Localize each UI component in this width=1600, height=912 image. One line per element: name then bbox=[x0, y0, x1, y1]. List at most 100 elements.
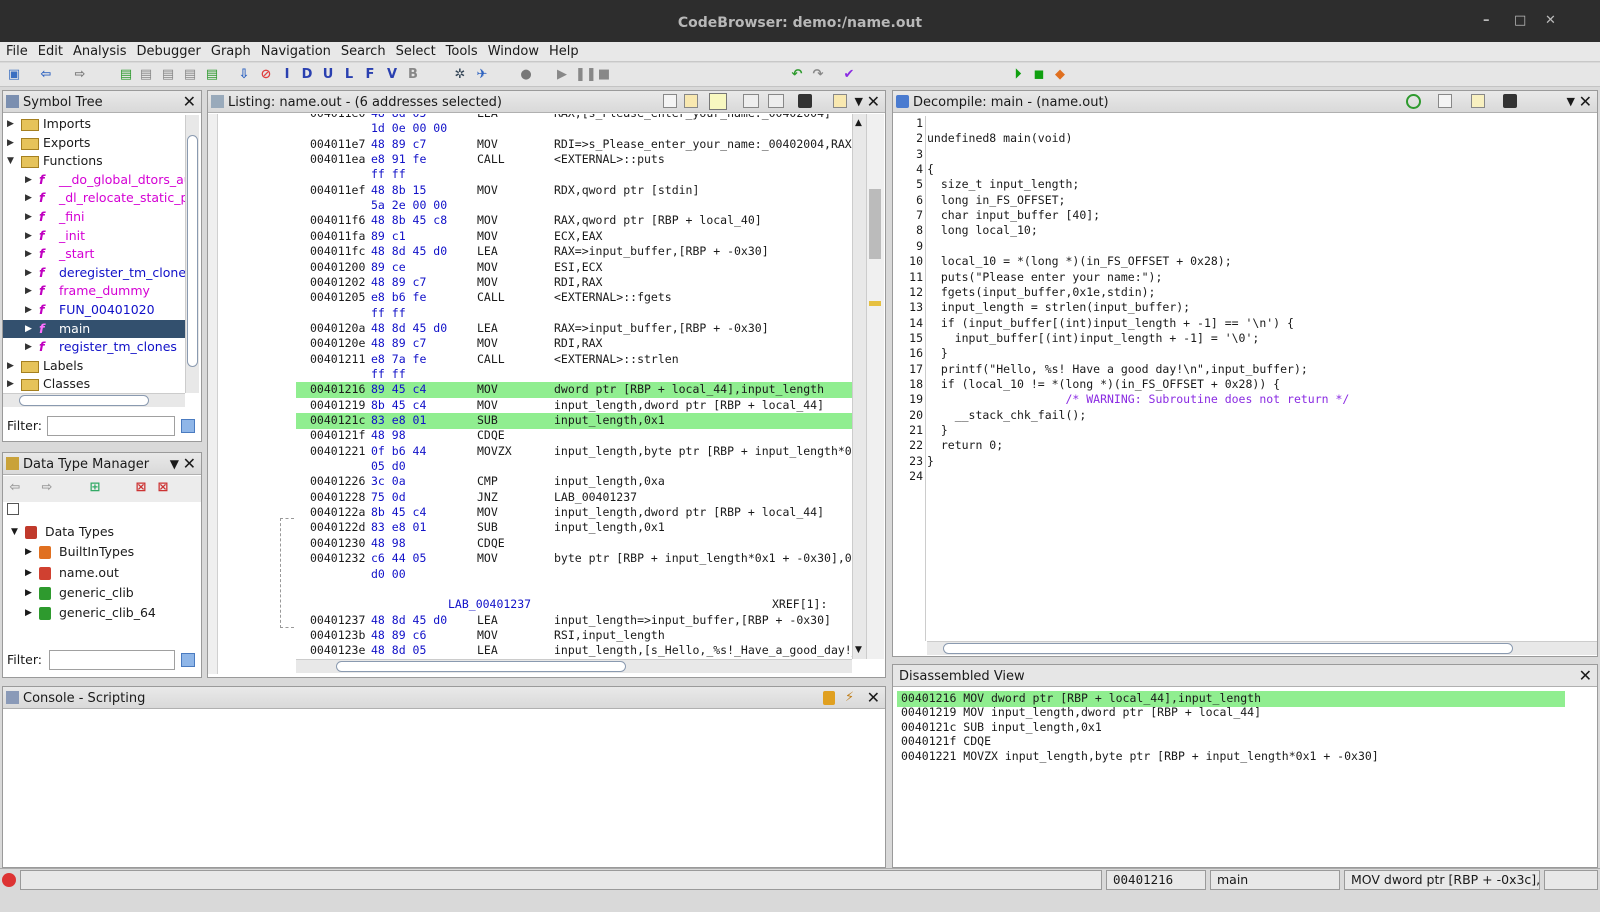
listing-row[interactable]: 00401211 e8 7a fe CALL <EXTERNAL>::strlen bbox=[296, 352, 852, 368]
decompile-content[interactable]: 1 2 undefined8 main(void) 3 4 {5 size_t input… bbox=[893, 116, 1595, 641]
listing-row[interactable]: 00401221 0f b6 44 MOVZX input_length,byte p… bbox=[296, 444, 852, 460]
snapshot-icon[interactable] bbox=[1503, 94, 1517, 108]
listing-row[interactable]: LAB_00401237 XREF[1]: bbox=[296, 597, 852, 613]
menu-navigation[interactable]: Navigation bbox=[257, 42, 335, 59]
expand-arrow-icon[interactable]: ▶ bbox=[25, 564, 32, 582]
decompile-line[interactable]: char input_buffer [40]; bbox=[927, 208, 1100, 224]
copy-icon[interactable] bbox=[1438, 94, 1452, 108]
menu-graph[interactable]: Graph bbox=[207, 42, 255, 59]
undefined-icon[interactable]: U bbox=[320, 67, 336, 83]
decompile-line[interactable]: printf("Hello, %s! Have a good day!\n",i… bbox=[927, 362, 1308, 378]
expand-arrow-icon[interactable]: ▶ bbox=[25, 604, 32, 622]
expand-arrow-icon[interactable]: ▶ bbox=[25, 264, 32, 282]
listing-row[interactable]: 00401226 3c 0a CMP input_length,0xa bbox=[296, 474, 852, 490]
decompile-line[interactable]: if (local_10 != *(long *)(in_FS_OFFSET +… bbox=[927, 377, 1280, 393]
down-arrow-icon[interactable]: ⇩ bbox=[236, 67, 252, 83]
expand-arrow-icon[interactable]: ▶ bbox=[25, 208, 32, 226]
close-icon[interactable]: ✕ bbox=[867, 688, 880, 707]
expand-arrow-icon[interactable]: ▶ bbox=[25, 189, 32, 207]
lock-icon[interactable] bbox=[823, 691, 835, 705]
pause-icon[interactable]: ❚❚ bbox=[575, 67, 597, 83]
forward-icon[interactable]: ⇨ bbox=[39, 480, 55, 496]
listing-row[interactable]: 05 d0 bbox=[296, 459, 852, 475]
back-icon[interactable]: ⇦ bbox=[38, 67, 54, 83]
listing-row[interactable]: 004011ea e8 91 fe CALL <EXTERNAL>::puts bbox=[296, 152, 852, 168]
launch-icon[interactable]: ✈ bbox=[474, 67, 490, 83]
expand-arrow-icon[interactable]: ▶ bbox=[25, 543, 32, 561]
listing-row[interactable] bbox=[296, 582, 852, 598]
decompile-hscroll[interactable] bbox=[927, 641, 1597, 655]
menu-help[interactable]: Help bbox=[545, 42, 583, 59]
listing-row[interactable]: 0040121f 48 98 CDQE bbox=[296, 428, 852, 444]
listing-row[interactable]: 00401205 e8 b6 fe CALL <EXTERNAL>::fgets bbox=[296, 290, 852, 306]
listing-row[interactable]: 00401202 48 89 c7 MOV RDI,RAX bbox=[296, 275, 852, 291]
filter-arrays-icon[interactable]: ⊠ bbox=[133, 480, 149, 496]
expand-arrow-icon[interactable]: ▶ bbox=[7, 357, 14, 375]
decompile-line[interactable]: fgets(input_buffer,0x1e,stdin); bbox=[927, 285, 1156, 301]
dropdown-icon[interactable]: ▼ bbox=[855, 95, 863, 108]
menu-search[interactable]: Search bbox=[337, 42, 390, 59]
back-icon[interactable]: ⇦ bbox=[7, 480, 23, 496]
listing-row[interactable]: 00401216 89 45 c4 MOV dword ptr [RBP + loca… bbox=[296, 382, 852, 399]
listing-row[interactable]: 00401230 48 98 CDQE bbox=[296, 536, 852, 552]
next-label-icon[interactable]: ▤ bbox=[182, 67, 198, 83]
debug-icon[interactable]: ✲ bbox=[452, 67, 468, 83]
listing-row[interactable]: 00401228 75 0d JNZ LAB_00401237 bbox=[296, 490, 852, 506]
decompile-line[interactable]: return 0; bbox=[927, 438, 1003, 454]
menu-select[interactable]: Select bbox=[392, 42, 440, 59]
expand-arrow-icon[interactable]: ▶ bbox=[7, 115, 14, 133]
symbol-tree-item[interactable]: ▶ f _init bbox=[3, 227, 185, 245]
listing-row[interactable]: 004011f6 48 8b 45 c8 MOV RAX,qword ptr [RBP… bbox=[296, 213, 852, 229]
minimize-button[interactable]: – bbox=[1483, 13, 1490, 28]
close-window-button[interactable]: ✕ bbox=[1545, 13, 1556, 28]
stop-icon[interactable]: ⊘ bbox=[258, 67, 274, 83]
copy-icon[interactable] bbox=[663, 94, 677, 108]
dropdown-icon[interactable]: ▼ bbox=[1567, 95, 1575, 108]
data-icon[interactable]: D bbox=[299, 67, 315, 83]
expand-arrow-icon[interactable]: ▶ bbox=[25, 338, 32, 356]
decompile-line[interactable]: } bbox=[927, 454, 934, 470]
symbol-tree-item[interactable]: ▶ Exports bbox=[3, 134, 185, 152]
listing-row[interactable]: 0040120e 48 89 c7 MOV RDI,RAX bbox=[296, 336, 852, 352]
next-undefined-icon[interactable]: ▤ bbox=[160, 67, 176, 83]
listing-row[interactable]: 004011fc 48 8d 45 d0 LEA RAX=>input_buffer,… bbox=[296, 244, 852, 260]
decompile-line[interactable]: } bbox=[927, 346, 948, 362]
decompile-line[interactable]: __stack_chk_fail(); bbox=[927, 408, 1087, 424]
symbol-tree-item[interactable]: ▶ f __do_global_dtors_au bbox=[3, 171, 185, 189]
expand-arrow-icon[interactable]: ▶ bbox=[25, 245, 32, 263]
symbol-tree-vscroll[interactable] bbox=[185, 115, 199, 393]
listing-row[interactable]: 004011e7 48 89 c7 MOV RDI=>s_Please_enter_y… bbox=[296, 137, 852, 153]
listing-row[interactable]: 00401237 48 8d 45 d0 LEA input_length=>inpu… bbox=[296, 613, 852, 629]
run-icon[interactable]: ⏵ bbox=[1010, 67, 1026, 83]
listing-hscroll[interactable] bbox=[296, 659, 852, 673]
diamond-icon[interactable]: ◆ bbox=[1052, 67, 1068, 83]
expand-arrow-icon[interactable]: ▶ bbox=[7, 375, 14, 393]
symbol-tree-item[interactable]: ▶ Classes bbox=[3, 375, 185, 393]
expand-arrow-icon[interactable]: ▶ bbox=[25, 301, 32, 319]
decompile-line[interactable]: long local_10; bbox=[927, 223, 1038, 239]
record-icon[interactable]: ● bbox=[518, 67, 534, 83]
disassembled-view-content[interactable]: 00401216 MOV dword ptr [RBP + local_44],… bbox=[897, 691, 1595, 861]
options-icon[interactable] bbox=[833, 94, 847, 108]
decompile-line[interactable]: input_length = strlen(input_buffer); bbox=[927, 300, 1190, 316]
listing-row[interactable]: ff ff bbox=[296, 367, 852, 383]
listing-row[interactable]: ff ff bbox=[296, 167, 852, 183]
symbol-tree-item[interactable]: ▼ Functions bbox=[3, 152, 185, 170]
decompile-line[interactable]: input_buffer[(int)input_length + -1] = '… bbox=[927, 331, 1260, 347]
decompile-line[interactable]: if (input_buffer[(int)input_length + -1]… bbox=[927, 316, 1294, 332]
maximize-button[interactable]: □ bbox=[1514, 13, 1526, 28]
listing-row[interactable]: 00401232 c6 44 05 MOV byte ptr [RBP + input… bbox=[296, 551, 852, 567]
expand-arrow-icon[interactable]: ▶ bbox=[25, 282, 32, 300]
symbol-tree-hscroll[interactable] bbox=[3, 393, 185, 407]
decompile-line[interactable]: size_t input_length; bbox=[927, 177, 1079, 193]
listing-row[interactable]: 004011ef 48 8b 15 MOV RDX,qword ptr [stdin] bbox=[296, 183, 852, 199]
close-icon[interactable]: ✕ bbox=[183, 92, 196, 111]
listing-row[interactable]: 00401200 89 ce MOV ESI,ECX bbox=[296, 260, 852, 276]
filter-options-icon[interactable] bbox=[181, 419, 195, 433]
value-icon[interactable]: V bbox=[384, 67, 400, 83]
edit-fields-icon[interactable] bbox=[743, 94, 759, 108]
listing-row[interactable]: 0040122a 8b 45 c4 MOV input_length,dword pt… bbox=[296, 505, 852, 521]
bookmark-icon[interactable]: B bbox=[405, 67, 421, 83]
listing-vscroll[interactable]: ▲ ▼ bbox=[852, 114, 866, 659]
save-icon[interactable]: ▣ bbox=[6, 67, 22, 83]
